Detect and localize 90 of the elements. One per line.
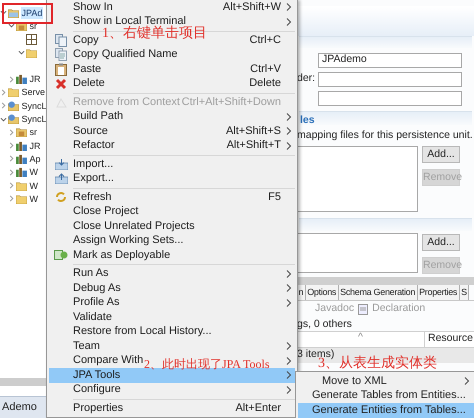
tree-item[interactable]: W (29, 180, 38, 192)
editor-tab[interactable]: Properties (418, 284, 460, 300)
highlight-rectangle (2, 3, 53, 24)
package-icon (26, 34, 37, 45)
shortcut-label: Alt+Shift+S (226, 126, 281, 137)
import-icon (54, 158, 68, 170)
shortcut-label: Ctrl+C (250, 34, 281, 46)
library-icon (16, 167, 27, 178)
menu-item[interactable]: Compare With (73, 355, 144, 366)
menu-item[interactable]: Delete (73, 78, 105, 90)
menu-item[interactable]: Generate Entities from Tables... (312, 404, 466, 416)
menu-item[interactable]: Debug As (73, 282, 121, 294)
menu-item[interactable]: Generate Tables from Entities... (312, 390, 466, 402)
tree-item[interactable]: W (29, 192, 38, 205)
editor-tab[interactable]: Schema Generation (338, 284, 418, 300)
menu-item[interactable]: Validate (73, 312, 112, 323)
menu-item[interactable]: Build Path (73, 111, 124, 122)
menu-item[interactable]: Configure (73, 384, 121, 396)
menu-item[interactable]: Assign Working Sets... (73, 235, 184, 246)
declaration-icon (358, 304, 368, 315)
menu-item[interactable]: Refresh (73, 192, 112, 203)
copy-icon (55, 34, 67, 47)
menu-item[interactable]: Close Unrelated Projects (73, 220, 195, 232)
clipboard-icon (55, 62, 67, 76)
menu-item[interactable]: Copy Qualified Name (73, 49, 178, 60)
tree-item[interactable]: W (29, 166, 38, 178)
shortcut-label: Alt+Enter (235, 402, 281, 414)
expanded-chevron-icon[interactable] (0, 116, 7, 123)
menu-item[interactable]: Refactor (73, 140, 115, 152)
column-header[interactable]: Resource (424, 332, 473, 347)
library-icon (16, 140, 27, 151)
sort-indicator: ^ (357, 332, 364, 342)
tree-item[interactable]: sr (29, 20, 38, 32)
tree-item[interactable]: SyncL (21, 113, 48, 126)
tree-item[interactable]: Serve (21, 86, 46, 98)
menu-item[interactable]: Move to XML (322, 376, 387, 387)
menu-item[interactable]: Import... (73, 158, 114, 170)
expanded-chevron-icon[interactable] (18, 49, 25, 56)
web-project-icon (8, 100, 19, 111)
annotation-text: 2、此时出现了JPA Tools (144, 358, 270, 370)
mapping-file-list[interactable] (297, 146, 418, 212)
library-icon (16, 154, 27, 164)
menu-item[interactable]: Export... (73, 173, 114, 184)
shortcut-label: Alt+Shift+W (222, 2, 281, 13)
tree-item[interactable]: JPAd (21, 6, 43, 19)
text-field[interactable] (318, 72, 462, 86)
menu-item[interactable]: Show In (73, 2, 113, 13)
menu-item[interactable]: Profile As (73, 297, 120, 308)
folder-icon (16, 180, 27, 190)
section-heading: les (299, 114, 315, 125)
editor-tab[interactable]: Options (306, 284, 339, 300)
add-button[interactable]: Add... (422, 146, 460, 163)
shortcut-label: Alt+Shift+T (226, 140, 281, 152)
copy-icon (55, 48, 67, 62)
menu-item[interactable]: Properties (73, 402, 124, 414)
web-project-icon (8, 114, 19, 124)
export-icon (54, 173, 68, 184)
tree-item[interactable]: Ap (29, 152, 42, 165)
menu-item[interactable]: Copy (73, 34, 99, 46)
menu-item[interactable]: Run As (73, 268, 108, 280)
shortcut-label: Delete (249, 78, 281, 90)
tree-item[interactable]: SyncL (21, 100, 48, 112)
refresh-icon (55, 191, 67, 204)
text-field[interactable]: JPAdemo (318, 52, 462, 68)
shortcut-label: Ctrl+Alt+Shift+Down (182, 96, 281, 108)
menu-item[interactable]: Close Project (73, 206, 138, 218)
deploy-icon (54, 249, 68, 262)
shortcut-label: Ctrl+V (250, 64, 281, 75)
add-button[interactable]: Add... (422, 234, 460, 251)
delete-icon (55, 78, 67, 90)
class-list[interactable] (297, 232, 418, 273)
tree-item[interactable]: JR (29, 140, 41, 152)
menu-item[interactable]: Source (73, 126, 108, 137)
tree-item[interactable]: JR (29, 73, 41, 86)
text-field[interactable] (318, 90, 462, 106)
menu-item[interactable]: Paste (73, 64, 102, 75)
tree-item[interactable]: sr (29, 126, 38, 138)
folder-icon (16, 194, 27, 204)
project-folder-icon (8, 8, 19, 18)
folder-icon (8, 87, 19, 98)
menu-item[interactable]: JPA Tools (73, 370, 120, 381)
annotation-text: 1、右键单击项目 (102, 27, 207, 41)
menu-item[interactable]: Team (73, 340, 100, 352)
section-description: mapping files for this persistence unit. (297, 128, 474, 143)
menu-item[interactable]: Mark as Deployable (73, 250, 170, 261)
folder-icon (26, 48, 37, 58)
shortcut-label: F5 (268, 192, 281, 203)
library-icon (16, 74, 27, 84)
source-folder-icon (16, 127, 27, 138)
menu-item[interactable]: Restore from Local History... (73, 326, 212, 338)
